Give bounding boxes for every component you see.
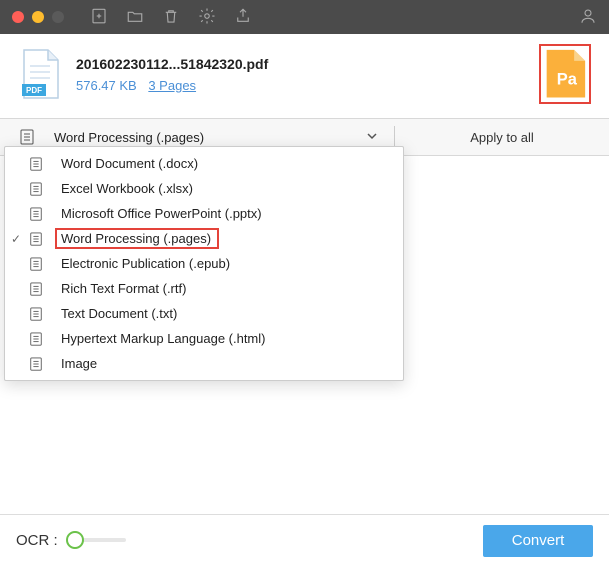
toggle-knob: [66, 531, 84, 549]
format-menu: Word Document (.docx) Excel Workbook (.xl…: [4, 146, 404, 381]
close-window-button[interactable]: [12, 11, 24, 23]
file-info: 201602230112...51842320.pdf 576.47 KB 3 …: [76, 56, 539, 93]
trash-icon[interactable]: [162, 7, 180, 28]
file-meta: 576.47 KB 3 Pages: [76, 78, 539, 93]
menu-item-label: Image: [61, 356, 97, 371]
file-pages-link[interactable]: 3 Pages: [148, 78, 196, 93]
menu-item[interactable]: Excel Workbook (.xlsx): [5, 176, 403, 201]
window-controls: [12, 11, 64, 23]
folder-icon[interactable]: [126, 7, 144, 28]
export-icon[interactable]: [234, 7, 252, 28]
document-icon: [29, 282, 61, 296]
convert-button[interactable]: Convert: [483, 525, 593, 557]
minimize-window-button[interactable]: [32, 11, 44, 23]
ocr-toggle[interactable]: [66, 531, 126, 551]
document-icon: [29, 257, 61, 271]
menu-item[interactable]: Electronic Publication (.epub): [5, 251, 403, 276]
output-format-icon: Pa: [539, 44, 591, 104]
user-icon[interactable]: [579, 7, 597, 28]
footer: OCR : Convert: [0, 514, 609, 566]
chevron-down-icon: [366, 130, 378, 145]
document-icon: [29, 307, 61, 321]
file-name: 201602230112...51842320.pdf: [76, 56, 539, 72]
pdf-badge: PDF: [26, 86, 42, 95]
document-icon: [29, 182, 61, 196]
menu-item-label: Word Processing (.pages): [55, 228, 219, 249]
toolbar-icons: [90, 7, 252, 28]
document-icon: [29, 207, 61, 221]
gear-icon[interactable]: [198, 7, 216, 28]
file-row: PDF 201602230112...51842320.pdf 576.47 K…: [0, 34, 609, 118]
menu-item[interactable]: Rich Text Format (.rtf): [5, 276, 403, 301]
apply-to-all-button[interactable]: Apply to all: [395, 130, 609, 145]
format-row-icon: [0, 129, 54, 145]
menu-item[interactable]: Word Document (.docx): [5, 151, 403, 176]
format-badge: Pa: [557, 71, 578, 89]
menu-item-label: Text Document (.txt): [61, 306, 177, 321]
add-file-icon[interactable]: [90, 7, 108, 28]
menu-item-label: Hypertext Markup Language (.html): [61, 331, 265, 346]
check-icon: ✓: [11, 232, 21, 246]
document-icon: [29, 357, 61, 371]
pdf-file-icon: PDF: [18, 48, 62, 100]
file-size: 576.47 KB: [76, 78, 137, 93]
menu-item[interactable]: Image: [5, 351, 403, 376]
menu-item-label: Electronic Publication (.epub): [61, 256, 230, 271]
titlebar: [0, 0, 609, 34]
menu-item-label: Word Document (.docx): [61, 156, 198, 171]
document-icon: [29, 332, 61, 346]
menu-item-label: Rich Text Format (.rtf): [61, 281, 186, 296]
document-icon: [29, 157, 61, 171]
ocr-label: OCR :: [16, 532, 58, 549]
menu-item-label: Microsoft Office PowerPoint (.pptx): [61, 206, 262, 221]
menu-item[interactable]: Hypertext Markup Language (.html): [5, 326, 403, 351]
menu-item[interactable]: Microsoft Office PowerPoint (.pptx): [5, 201, 403, 226]
maximize-window-button[interactable]: [52, 11, 64, 23]
menu-item-label: Excel Workbook (.xlsx): [61, 181, 193, 196]
menu-item[interactable]: Text Document (.txt): [5, 301, 403, 326]
format-dropdown-label: Word Processing (.pages): [54, 130, 366, 145]
menu-item[interactable]: ✓ Word Processing (.pages): [5, 226, 403, 251]
